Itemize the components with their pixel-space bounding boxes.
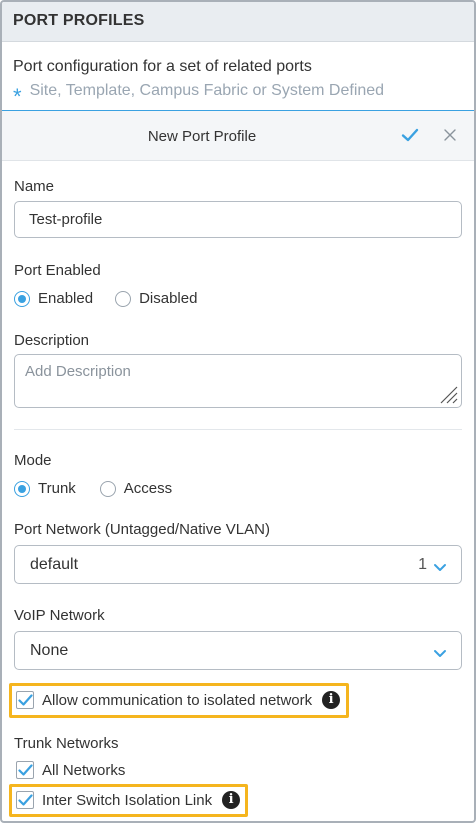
port-network-value: default	[30, 556, 79, 573]
description-placeholder: Add Description	[25, 363, 131, 380]
radio-disabled[interactable]	[115, 290, 132, 307]
section-divider	[14, 429, 462, 430]
form-title: New Port Profile	[147, 128, 257, 145]
radio-access-label[interactable]: Access	[124, 480, 172, 497]
name-label: Name	[14, 178, 55, 195]
form-header: New Port Profile	[2, 111, 474, 161]
highlight-box	[9, 784, 248, 817]
close-icon[interactable]	[442, 127, 458, 143]
description-label: Description	[14, 332, 90, 349]
section-header: PORT PROFILES	[2, 2, 474, 42]
resize-grip-icon[interactable]	[437, 383, 459, 405]
voip-network-label: VoIP Network	[14, 607, 105, 624]
description-textarea[interactable]: Add Description	[14, 354, 462, 408]
port-network-select[interactable]: default 1	[14, 545, 462, 584]
port-network-count: 1	[418, 556, 427, 573]
name-input[interactable]	[14, 201, 462, 238]
radio-enabled[interactable]	[14, 290, 30, 307]
intro-note-text: Site, Template, Campus Fabric or System …	[29, 82, 385, 99]
highlight-box	[9, 683, 349, 718]
mode-radio-group: Trunk Access	[14, 480, 194, 497]
port-profiles-panel: PORT PROFILES Port configuration for a s…	[0, 0, 476, 823]
intro-description: Port configuration for a set of related …	[13, 58, 312, 75]
port-enabled-radio-group: Enabled Disabled	[14, 290, 219, 307]
port-network-label: Port Network (Untagged/Native VLAN)	[14, 521, 270, 538]
section-title: PORT PROFILES	[13, 12, 145, 29]
port-enabled-label: Port Enabled	[14, 262, 101, 279]
mode-label: Mode	[14, 452, 52, 469]
radio-enabled-label[interactable]: Enabled	[38, 290, 93, 307]
trunk-networks-label: Trunk Networks	[14, 735, 119, 752]
radio-disabled-label[interactable]: Disabled	[139, 290, 197, 307]
all-networks-label[interactable]: All Networks	[42, 762, 125, 779]
chevron-down-icon[interactable]	[433, 646, 447, 657]
check-icon[interactable]	[400, 125, 420, 145]
radio-trunk[interactable]	[14, 480, 30, 497]
all-networks-row: All Networks	[16, 761, 125, 779]
radio-access[interactable]	[99, 480, 116, 497]
voip-network-value: None	[30, 642, 69, 659]
chevron-down-icon[interactable]	[433, 560, 447, 571]
all-networks-checkbox[interactable]	[16, 761, 34, 779]
asterisk-marker: *	[13, 84, 22, 109]
voip-network-select[interactable]: None	[14, 631, 462, 670]
intro-note: * Site, Template, Campus Fabric or Syste…	[13, 82, 385, 108]
radio-trunk-label[interactable]: Trunk	[38, 480, 76, 497]
